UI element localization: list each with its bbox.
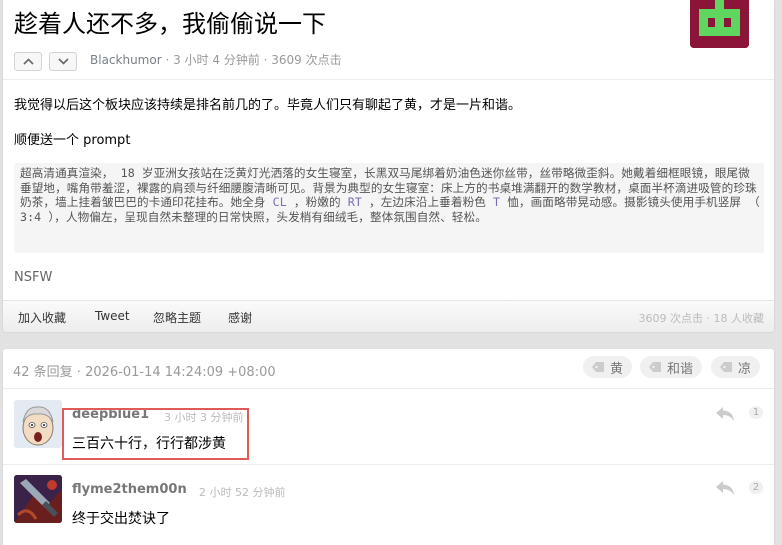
tag-label: 黄 <box>610 361 624 377</box>
topic-paragraph: 我觉得以后这个板块应该持续是排名前几的了。毕竟人们只有聊起了黄，才是一片和谐。 <box>14 98 522 113</box>
cartoon-face-icon <box>14 400 62 448</box>
tweet-link[interactable]: Tweet <box>95 309 130 323</box>
avatar[interactable] <box>14 475 62 523</box>
favorite-link[interactable]: 加入收藏 <box>18 309 66 326</box>
floor-number: 2 <box>749 481 763 494</box>
tag-icon <box>592 362 604 372</box>
tag-link[interactable]: 黄 <box>583 356 633 378</box>
tag-link[interactable]: 凉 <box>711 356 761 378</box>
reply-arrow-icon[interactable] <box>715 480 735 496</box>
replies-card: 42 条回复 · 2026-01-14 14:24:09 +08:00 黄 和谐… <box>3 349 774 545</box>
author-avatar[interactable] <box>690 0 749 48</box>
topic-title: 趁着人还不多，我偷偷说一下 <box>14 10 326 38</box>
reply-arrow-icon[interactable] <box>715 406 735 422</box>
inline-code: CL <box>272 195 287 209</box>
topic-meta: Blackhumor · 3 小时 4 分钟前 · 3609 次点击 <box>90 52 342 69</box>
nsfw-label: NSFW <box>14 270 53 285</box>
pixel-avatar-icon <box>690 0 749 48</box>
chevron-down-icon <box>57 58 69 65</box>
topic-meta-text: · 3 小时 4 分钟前 · 3609 次点击 <box>161 53 342 67</box>
tag-link[interactable]: 和谐 <box>640 356 703 378</box>
ignore-topic-link[interactable]: 忽略主题 <box>153 309 201 326</box>
replies-header: 42 条回复 · 2026-01-14 14:24:09 +08:00 <box>13 365 276 380</box>
inline-code: RT <box>347 195 362 209</box>
topic-card: 趁着人还不多，我偷偷说一下 Blackhumor · 3 小时 4 分钟前 · … <box>3 0 774 332</box>
prompt-text: 超高清通真渲染， 18 岁亚洲女孩站在泛黄灯光洒落的女生寝室，长黑双马尾绑着奶油… <box>20 166 760 224</box>
tag-icon <box>649 362 661 372</box>
divider <box>3 79 774 80</box>
chevron-up-icon <box>22 58 34 65</box>
tag-label: 凉 <box>738 361 752 377</box>
highlight-box <box>62 408 249 460</box>
author-link[interactable]: Blackhumor <box>90 53 162 67</box>
prompt-block: 超高清通真渲染， 18 岁亚洲女孩站在泛黄灯光洒落的女生寝室，长黑双马尾绑着奶油… <box>14 163 764 253</box>
avatar[interactable] <box>14 400 62 448</box>
reply-author[interactable]: flyme2them00n <box>72 482 187 497</box>
divider <box>3 388 774 389</box>
prompt-segment: ，粉嫩的 <box>286 195 348 209</box>
topic-toolbar: 加入收藏 Tweet 忽略主题 感谢 3609 次点击 · 18 人收藏 <box>3 300 774 332</box>
thanks-link[interactable]: 感谢 <box>228 309 252 326</box>
tag-label: 和谐 <box>667 361 694 377</box>
tag-icon <box>720 362 732 372</box>
reply-content: 终于交出焚诀了 <box>72 511 170 527</box>
floor-number: 1 <box>749 406 763 419</box>
artwork-avatar-icon <box>14 475 62 523</box>
prompt-segment: ，左边床沿上垂着粉色 <box>361 195 494 209</box>
reply-time: 2 小时 52 分钟前 <box>199 486 286 499</box>
topic-stats: 3609 次点击 · 18 人收藏 <box>638 312 764 325</box>
downvote-button[interactable] <box>49 52 77 71</box>
topic-paragraph: 顺便送一个 prompt <box>14 133 131 148</box>
upvote-button[interactable] <box>14 52 42 71</box>
divider <box>3 464 774 465</box>
